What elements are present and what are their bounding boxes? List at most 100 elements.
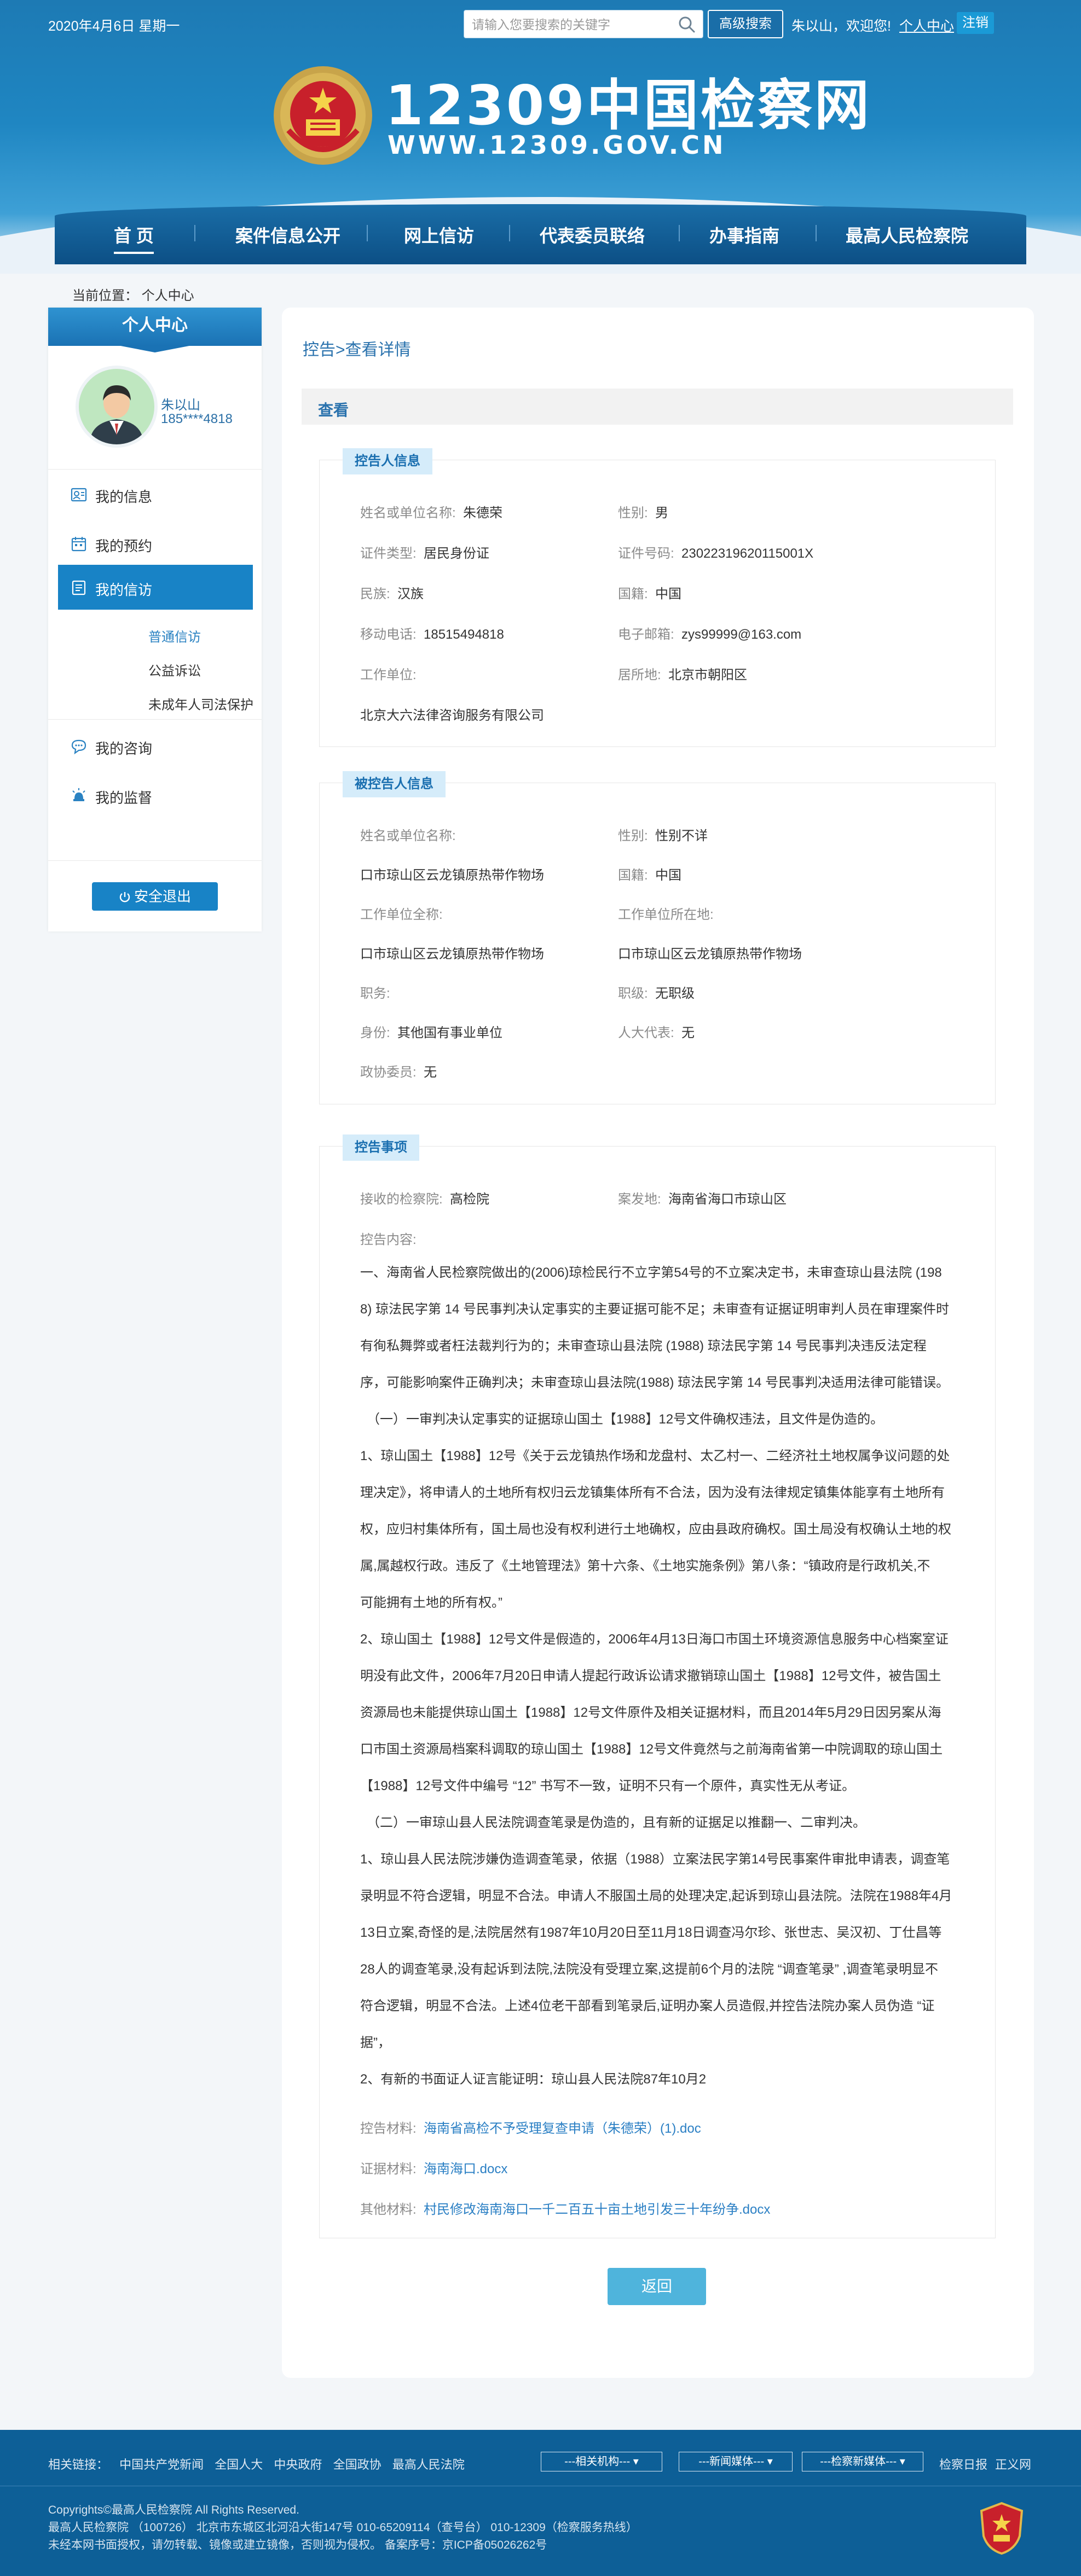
other-material-link[interactable]: 村民修改海南海口一千二百五十亩土地引发三十年纷争.docx: [424, 2202, 770, 2217]
sidebar-item-my-booking[interactable]: 我的预约: [58, 521, 253, 566]
site-footer: 相关链接： 中国共产党新闻 全国人大 中央政府 全国政协 最高人民法院 ---相…: [0, 2430, 1081, 2576]
sidebar-item-my-consult[interactable]: 我的咨询: [58, 723, 253, 768]
sidebar-item-label: 我的监督: [95, 790, 153, 806]
logout-button[interactable]: 注销: [957, 12, 994, 34]
nav-separator: [679, 225, 680, 241]
sidebar-item-my-info[interactable]: 我的信息: [58, 472, 253, 517]
content-line: （一）一审判决认定事实的证据琼山国土【1988】12号文件确权违法，且文件是伪造…: [367, 1412, 884, 1427]
evidence-material-link[interactable]: 海南海口.docx: [424, 2162, 507, 2176]
sidebar-item-label: 我的预约: [95, 538, 153, 554]
content-line: 符合逻辑，明显不合法。上述4位老干部看到笔录后,证明办案人员造假,并控告法院办案…: [360, 1999, 935, 2013]
accuse-material-link[interactable]: 海南省高检不予受理复查申请（朱德荣）(1).doc: [424, 2121, 701, 2136]
footer-link[interactable]: 最高人民法院: [392, 2458, 465, 2471]
content-line: 一、海南省人民检察院做出的(2006)琼检民行不立字第54号的不立案决定书，未审…: [360, 1265, 942, 1280]
content-line: 权，应归村集体所有，国土局也没有权利进行土地确权，应由县政府确权。国土局没有权确…: [360, 1522, 951, 1537]
footer-link[interactable]: 正义网: [995, 2455, 1031, 2473]
sidebar-sub-item-minor-protection[interactable]: 未成年人司法保护: [148, 694, 253, 713]
complainant-info-tag: 控告人信息: [343, 448, 432, 474]
incident-place-field: 案发地: 海南省海口市琼山区: [618, 1192, 787, 1207]
breadcrumb: 当前位置： 个人中心: [72, 288, 194, 303]
footer-link[interactable]: 中国共产党新闻: [119, 2458, 204, 2471]
advanced-search-button[interactable]: 高级搜索: [708, 10, 783, 38]
related-links: 相关链接： 中国共产党新闻 全国人大 中央政府 全国政协 最高人民法院: [48, 2455, 472, 2473]
nav-case-info[interactable]: 案件信息公开: [235, 222, 340, 250]
safe-exit-button[interactable]: 安全退出: [92, 882, 218, 911]
complainant-address-field: 居所地: 北京市朝阳区: [618, 668, 748, 682]
other-material-field: 其他材料: 村民修改海南海口一千二百五十亩土地引发三十年纷争.docx: [360, 2202, 771, 2217]
sidebar-item-label: 我的信访: [95, 582, 153, 598]
accused-name-field: 姓名或单位名称:: [360, 829, 456, 843]
related-links-label: 相关链接：: [48, 2458, 109, 2471]
sidebar-item-my-supervision[interactable]: 我的监督: [58, 773, 253, 818]
user-card-icon: [71, 488, 87, 502]
sidebar-sub-item-public-litigation[interactable]: 公益诉讼: [148, 660, 201, 679]
nav-supreme-procuratorate[interactable]: 最高人民检察院: [846, 222, 968, 250]
personal-center-link[interactable]: 个人中心: [899, 15, 954, 35]
accused-rank-field: 职级: 无职级: [618, 986, 695, 1001]
divider: [48, 469, 262, 470]
sidebar-title: 个人中心: [48, 308, 262, 346]
nav-online-petition[interactable]: 网上信访: [404, 222, 474, 250]
icp-text: 未经本网书面授权，请勿转载、镜像或建立镜像，否则视为侵权。 备案序号：京ICP备…: [48, 2539, 547, 2551]
copyright-text: Copyrights©最高人民检察院 All Rights Reserved.: [48, 2504, 299, 2516]
search-icon[interactable]: [678, 15, 696, 34]
petition-icon: [72, 580, 86, 595]
sidebar-item-my-petition[interactable]: 我的信访: [58, 565, 253, 610]
complainant-name-field: 姓名或单位名称: 朱德荣: [360, 506, 503, 520]
sidebar-title-tab: [115, 345, 195, 352]
complaint-content-text: 一、海南省人民检察院做出的(2006)琼检民行不立字第54号的不立案决定书，未审…: [360, 1254, 962, 2098]
news-media-select[interactable]: ---新闻媒体--- ▾: [679, 2452, 793, 2471]
nav-service-guide[interactable]: 办事指南: [709, 222, 779, 250]
view-header-bar: 查看: [302, 389, 1013, 425]
content-line: 资源局也未能提供琼山国土【1988】12号文件原件及相关证据材料，而且2014年…: [360, 1705, 941, 1720]
complainant-info-panel: 控告人信息 姓名或单位名称: 朱德荣 性别: 男 证件类型: 居民身份证 证件号…: [319, 448, 996, 747]
nav-separator: [194, 225, 195, 241]
content-line: 【1988】12号文件中编号 “12” 书写不一致，证明不只有一个原件，真实性无…: [360, 1779, 855, 1793]
nav-separator: [509, 225, 510, 241]
evidence-material-field: 证据材料: 海南海口.docx: [360, 2162, 508, 2176]
chat-bubble-icon: [71, 739, 86, 755]
divider: [48, 719, 262, 720]
complaint-matter-tag: 控告事项: [343, 1134, 419, 1161]
site-header: 2020年4月6日 星期一 高级搜索 朱以山，欢迎您! 个人中心 注销 1230…: [0, 0, 1081, 274]
main-content-card: 控告>查看详情 查看 控告人信息 姓名或单位名称: 朱德荣 性别: 男 证件类型…: [282, 308, 1034, 2378]
content-line: 序，可能影响案件正确判决；未审查琼山县法院(1988) 琼法民字第 14 号民事…: [360, 1375, 950, 1390]
related-org-select[interactable]: ---相关机构--- ▾: [541, 2452, 662, 2471]
content-line: 可能拥有土地的所有权。”: [360, 1595, 502, 1610]
return-button[interactable]: 返回: [608, 2268, 706, 2305]
user-avatar-icon: [79, 369, 154, 444]
view-label: 查看: [318, 402, 349, 419]
lamp-icon: [72, 788, 85, 801]
accused-npc-field: 人大代表: 无: [618, 1026, 695, 1040]
procuratorate-media-select[interactable]: ---检察新媒体--- ▾: [802, 2452, 923, 2471]
complainant-email-field: 电子邮箱: zys99999@163.com: [618, 627, 802, 642]
search-input[interactable]: [472, 16, 669, 33]
accused-nation-field: 国籍: 中国: [618, 868, 682, 883]
footer-link[interactable]: 全国政协: [333, 2458, 381, 2471]
content-line: 口市国土资源局档案科调取的琼山国土【1988】12号文件竟然与之前海南省第一中院…: [360, 1742, 943, 1757]
nav-home[interactable]: 首 页: [114, 222, 154, 254]
sidebar-item-label: 我的咨询: [95, 740, 153, 757]
accused-work-loc-field: 工作单位所在地:: [618, 907, 714, 922]
content-line: 1、琼山国土【1988】12号《关于云龙镇热作场和龙盘村、太乙村一、二经济社土地…: [360, 1449, 950, 1463]
complainant-work-value: 北京大六法律咨询服务有限公司: [360, 708, 544, 723]
accused-gender-field: 性别: 性别不详: [618, 829, 708, 843]
site-url: WWW.12309.GOV.CN: [388, 130, 726, 160]
footer-link[interactable]: 检察日报: [939, 2455, 987, 2473]
site-title: 12309中国检察网: [385, 73, 871, 137]
content-breadcrumb: 控告>查看详情: [303, 341, 411, 359]
complainant-nation-field: 国籍: 中国: [618, 587, 682, 601]
accused-work-full-value: 口市琼山区云龙镇原热带作物场: [360, 947, 544, 962]
complainant-mobile-field: 移动电话: 18515494818: [360, 627, 504, 642]
nav-deputy-liaison[interactable]: 代表委员联络: [540, 222, 645, 250]
power-icon: [119, 892, 130, 902]
sidebar-sub-item-general-petition[interactable]: 普通信访: [148, 626, 201, 645]
content-line: 理决定》，将申请人的土地所有权归云龙镇集体所有不合法，因为没有法律规定镇集体能享…: [360, 1485, 945, 1500]
footer-link[interactable]: 全国人大: [215, 2458, 263, 2471]
main-navigation: 首 页 案件信息公开 网上信访 代表委员联络 办事指南 最高人民检察院: [55, 204, 1026, 264]
calendar-icon: [71, 537, 86, 552]
sidebar: 个人中心 朱以山 185****4818 我的信息 我的预约 我的信访 普通信访…: [48, 308, 262, 931]
content-line: 8) 琼法民字第 14 号民事判决认定事实的主要证据可能不足；未审查有证据证明审…: [360, 1302, 950, 1317]
content-line: 据”，: [360, 2035, 391, 2050]
footer-link[interactable]: 中央政府: [274, 2458, 322, 2471]
